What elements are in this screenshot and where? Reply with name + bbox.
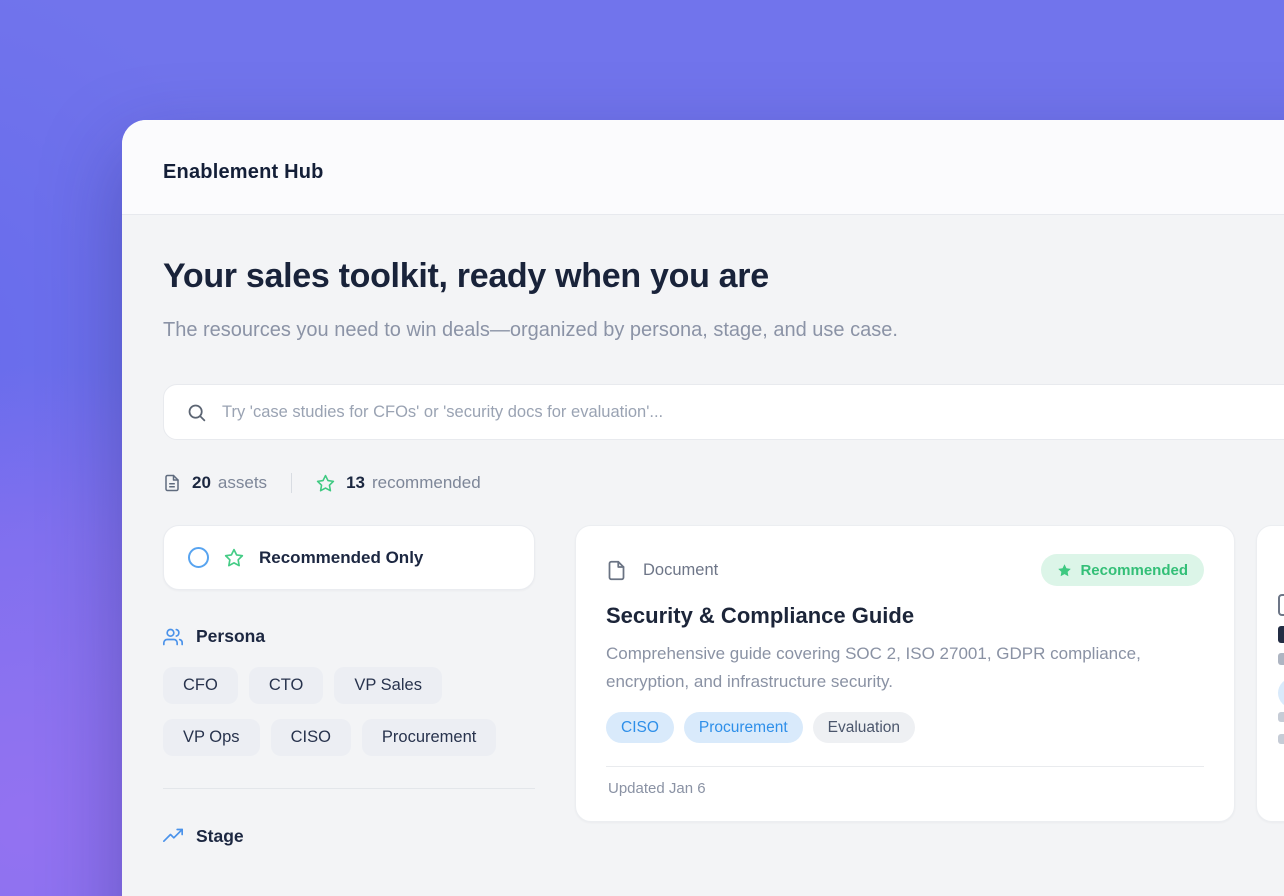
asset-updated-date: Updated Jan 6: [606, 766, 1204, 810]
persona-chips: CFO CTO VP Sales VP Ops CISO Procurement: [163, 667, 535, 756]
asset-card-clipped[interactable]: [1256, 525, 1284, 822]
assets-label: assets: [218, 473, 267, 493]
persona-chip-cto[interactable]: CTO: [249, 667, 324, 704]
trending-up-icon: [163, 827, 183, 847]
asset-description: Comprehensive guide covering SOC 2, ISO …: [606, 640, 1171, 696]
star-icon: [224, 548, 244, 568]
asset-card-security-compliance[interactable]: Document Recommended Security & Complian…: [575, 525, 1235, 822]
clipped-description-fragment: [1278, 653, 1284, 665]
star-icon: [316, 474, 335, 493]
stage-section-header: Stage: [163, 826, 535, 847]
persona-chip-ciso[interactable]: CISO: [271, 719, 351, 756]
app-title: Enablement Hub: [163, 161, 324, 184]
users-icon: [163, 627, 183, 647]
file-icon: [606, 560, 627, 581]
page-title: Your sales toolkit, ready when you are: [163, 257, 1284, 296]
persona-section-header: Persona: [163, 626, 535, 647]
star-filled-icon: [1057, 563, 1072, 578]
assets-count: 20: [192, 473, 211, 493]
app-window: Enablement Hub Your sales toolkit, ready…: [122, 120, 1284, 896]
asset-type-label: Document: [643, 561, 718, 580]
recommended-badge: Recommended: [1041, 554, 1204, 586]
page-subtitle: The resources you need to win deals—orga…: [163, 311, 913, 349]
persona-chip-vp-ops[interactable]: VP Ops: [163, 719, 260, 756]
clipped-title-fragment: [1278, 626, 1284, 643]
stats-divider: [291, 473, 292, 493]
persona-chip-vp-sales[interactable]: VP Sales: [334, 667, 442, 704]
content-layout: Recommended Only Persona CFO CTO VP Sale…: [163, 525, 1284, 867]
recommended-only-toggle[interactable]: Recommended Only: [163, 525, 535, 590]
search-bar[interactable]: [163, 384, 1284, 440]
card-header-row: Document Recommended: [606, 554, 1204, 586]
search-icon: [186, 402, 207, 423]
recommended-label: recommended: [372, 473, 481, 493]
clipped-text-fragment: [1278, 734, 1284, 744]
clipped-tag-fragment: [1278, 678, 1284, 708]
asset-title: Security & Compliance Guide: [606, 603, 1204, 629]
filters-sidebar: Recommended Only Persona CFO CTO VP Sale…: [163, 525, 535, 867]
persona-chip-procurement[interactable]: Procurement: [362, 719, 496, 756]
tag-ciso: CISO: [606, 712, 674, 743]
app-header: Enablement Hub: [122, 120, 1284, 215]
clipped-text-fragment: [1278, 712, 1284, 722]
recommended-only-label: Recommended Only: [259, 548, 423, 568]
search-input[interactable]: [222, 403, 1284, 422]
sidebar-divider: [163, 788, 535, 789]
radio-circle-icon[interactable]: [188, 547, 209, 568]
asset-cards: Document Recommended Security & Complian…: [575, 525, 1284, 822]
tag-evaluation: Evaluation: [813, 712, 915, 743]
asset-tags: CISO Procurement Evaluation: [606, 712, 1204, 743]
stats-row: 20 assets 13 recommended: [163, 473, 1284, 493]
persona-chip-cfo[interactable]: CFO: [163, 667, 238, 704]
stage-section-label: Stage: [196, 826, 244, 847]
tag-procurement: Procurement: [684, 712, 803, 743]
recommended-badge-label: Recommended: [1080, 562, 1188, 579]
clipped-file-icon: [1278, 594, 1284, 616]
persona-section-label: Persona: [196, 626, 265, 647]
app-body: Your sales toolkit, ready when you are T…: [122, 215, 1284, 867]
recommended-count: 13: [346, 473, 365, 493]
purple-background: Enablement Hub Your sales toolkit, ready…: [0, 0, 1284, 896]
file-text-icon: [163, 474, 181, 492]
